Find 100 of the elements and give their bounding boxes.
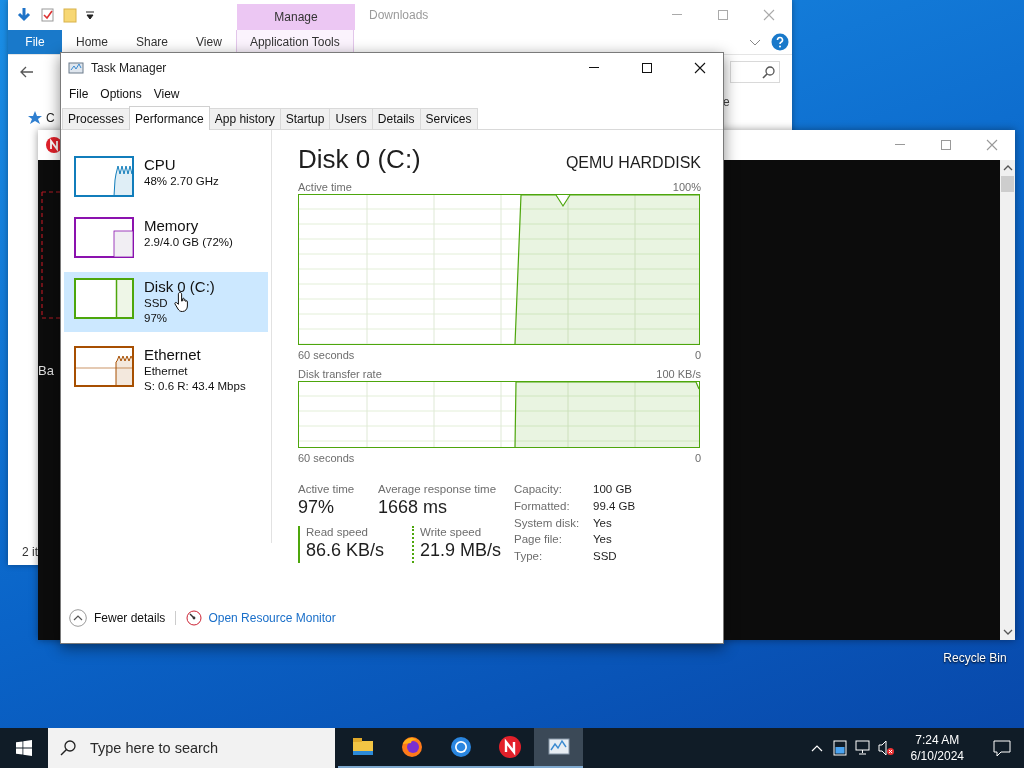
gauge-icon[interactable] (186, 610, 203, 626)
tab[interactable]: Startup (279, 108, 331, 129)
caret-up-icon (810, 743, 823, 753)
contextual-tab-header: Manage (237, 4, 355, 30)
resource-item[interactable]: Memory 2.9/4.0 GB (72%) (64, 211, 268, 264)
resource-monitor-link[interactable]: Open Resource Monitor (208, 611, 336, 625)
panel-title: Disk 0 (C:) (298, 144, 421, 174)
app-logo-icon (497, 735, 522, 759)
property-label: Capacity: (514, 483, 563, 496)
stat-value: 97% (298, 496, 336, 519)
resource-item[interactable]: CPU 48% 2.70 GHz (64, 150, 268, 203)
tab[interactable]: Services (419, 108, 478, 129)
tab[interactable]: Details (371, 108, 421, 129)
maximize-icon (641, 62, 653, 74)
property-value: Yes (593, 516, 613, 530)
nav-item[interactable]: C (46, 111, 55, 125)
resource-item[interactable]: Disk 0 (C:) SSD 97% (64, 272, 268, 332)
resource-detail: S: 0.6 R: 43.4 Mbps (144, 379, 246, 394)
tab[interactable]: Performance (129, 106, 210, 130)
fewer-details-button[interactable]: Fewer details (69, 609, 166, 627)
graph-label: Disk transfer rate (298, 367, 382, 381)
stat-label: Average response time (378, 483, 497, 495)
chat-bubble-icon (993, 739, 1011, 757)
menu-item[interactable]: File (63, 87, 95, 101)
collapse-icon (69, 609, 87, 627)
resource-detail: 48% 2.70 GHz (144, 174, 219, 189)
resource-name: Ethernet (144, 346, 201, 364)
ribbon-tab[interactable]: Share (122, 30, 183, 54)
resource-name: Disk 0 (C:) (144, 278, 215, 296)
scrollbar[interactable] (1000, 160, 1015, 640)
firefox-logo-icon (399, 735, 424, 759)
maximize-icon (717, 9, 729, 21)
stat-value: 21.9 MB/s (420, 539, 502, 562)
property-label: Formatted: (514, 499, 571, 513)
maximize-icon (940, 139, 952, 151)
property-label: Page file: (514, 533, 563, 547)
tab[interactable]: Processes (62, 108, 131, 129)
taskbar-app-button[interactable] (534, 728, 583, 768)
checklist-icon[interactable] (40, 7, 55, 23)
item-text: e (723, 95, 730, 109)
property-label: System disk: (514, 516, 581, 530)
window-title: Downloads (368, 7, 430, 24)
chevron-icon[interactable] (749, 37, 761, 47)
help-icon[interactable] (771, 33, 789, 51)
ribbon-tab[interactable]: File (8, 30, 62, 54)
stat-label: Read speed (306, 526, 370, 538)
scroll-down-icon[interactable] (1002, 628, 1013, 636)
ribbon-tab[interactable]: Application Tools (235, 30, 354, 54)
status-text: 2 it (22, 545, 38, 559)
desktop-icon-label[interactable]: Recycle Bin (943, 651, 1007, 665)
tab[interactable]: Users (329, 108, 373, 129)
back-arrow-icon[interactable] (20, 65, 34, 79)
menu-item[interactable]: View (147, 87, 186, 101)
scroll-up-icon[interactable] (1002, 164, 1013, 172)
graph-max-label: 100% (672, 180, 701, 194)
network-monitor-icon[interactable] (854, 740, 870, 756)
download-arrow-icon[interactable] (16, 7, 32, 23)
search-field[interactable]: Type here to search (88, 739, 312, 757)
close-icon (986, 139, 998, 151)
resource-detail: 2.9/4.0 GB (72%) (144, 235, 233, 250)
monitor-chart-icon (68, 60, 84, 76)
browser-circle-icon (448, 735, 473, 759)
clock[interactable]: 7:24 AM 6/10/2024 (902, 732, 972, 764)
close-icon (763, 9, 775, 21)
resource-detail: 97% (144, 311, 168, 326)
resource-name: Memory (144, 217, 199, 235)
property-value: Yes (593, 533, 613, 547)
menu-item[interactable]: Options (94, 87, 148, 101)
property-value: 99.4 GB (593, 499, 636, 513)
stat-label: Active time (298, 483, 356, 495)
storage-icon[interactable] (832, 740, 847, 756)
ribbon-tab[interactable]: Home (62, 30, 122, 54)
graph-max-label: 100 KB/s (656, 367, 701, 381)
hand-cursor-icon (173, 291, 191, 313)
speaker-muted-icon[interactable] (877, 740, 895, 756)
tab[interactable]: App history (208, 108, 281, 129)
close-icon (694, 62, 706, 74)
resource-detail: SSD (144, 296, 168, 311)
device-model: QEMU HARDDISK (565, 154, 701, 173)
property-value: SSD (593, 550, 618, 563)
graph-label: Active time (298, 180, 352, 194)
stat-label: Write speed (420, 526, 483, 538)
console-text: Ba (38, 363, 54, 378)
stat-value: 1668 ms (378, 496, 449, 519)
graph-axis-label: 60 seconds (298, 451, 355, 465)
scroll-thumb[interactable] (1001, 176, 1014, 192)
resource-item[interactable]: Ethernet Ethernet S: 0.6 R: 43.4 Mbps (64, 340, 268, 400)
ribbon-tab[interactable]: View (182, 30, 236, 54)
star-icon (28, 111, 42, 125)
search-icon (60, 740, 76, 756)
window-title: Task Manager (91, 61, 167, 75)
graph-axis-label: 0 (694, 348, 701, 362)
search-icon (762, 65, 775, 79)
dropdown-icon[interactable] (85, 10, 95, 20)
graph-axis-label: 60 seconds (298, 348, 355, 362)
resource-name: CPU (144, 156, 176, 174)
search-field[interactable] (730, 61, 780, 83)
property-label: Type: (514, 550, 544, 563)
search-box[interactable]: Type here to search (48, 728, 335, 768)
property-value: 100 GB (593, 483, 633, 496)
